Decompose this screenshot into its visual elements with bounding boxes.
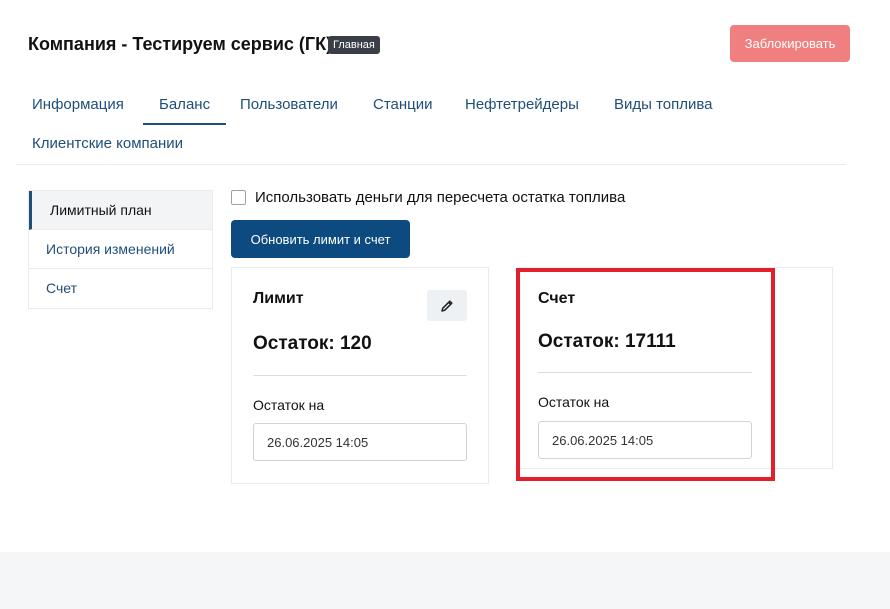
tab-users[interactable]: Пользователи (224, 86, 354, 125)
pencil-icon (441, 299, 453, 312)
side-item-account[interactable]: Счет (29, 269, 212, 308)
recalc-checkbox[interactable] (231, 190, 246, 205)
recalc-option: Использовать деньги для пересчета остатк… (231, 189, 625, 206)
highlight-frame (516, 268, 775, 481)
limit-card-title: Лимит (253, 290, 304, 307)
limit-card: Лимит Остаток: 120 Остаток на (231, 267, 489, 484)
tab-balance[interactable]: Баланс (143, 86, 227, 125)
tab-stations[interactable]: Станции (357, 86, 449, 125)
page-title: Компания - Тестируем сервис (ГК) (28, 34, 333, 54)
tab-info[interactable]: Информация (16, 86, 140, 125)
page-footer-area (0, 552, 890, 609)
balance-side-nav: Лимитный план История изменений Счет (28, 190, 213, 309)
limit-date-label: Остаток на (253, 397, 325, 413)
tab-client-companies[interactable]: Клиентские компании (16, 125, 199, 164)
block-button[interactable]: Заблокировать (730, 25, 850, 62)
tab-fuel-types[interactable]: Виды топлива (598, 86, 729, 125)
side-item-limit-plan[interactable]: Лимитный план (29, 191, 212, 230)
edit-limit-button[interactable] (427, 290, 467, 321)
limit-date-field[interactable] (253, 423, 467, 461)
update-limit-account-button[interactable]: Обновить лимит и счет (231, 220, 410, 258)
limit-card-divider (253, 375, 467, 376)
status-badge: Главная (328, 36, 380, 54)
limit-remainder: Остаток: 120 (253, 333, 372, 354)
tab-oil-traders[interactable]: Нефтетрейдеры (449, 86, 595, 125)
recalc-checkbox-label[interactable]: Использовать деньги для пересчета остатк… (255, 189, 625, 206)
tab-bar: Информация Баланс Пользователи Станции Н… (16, 86, 846, 165)
side-item-history[interactable]: История изменений (29, 230, 212, 269)
